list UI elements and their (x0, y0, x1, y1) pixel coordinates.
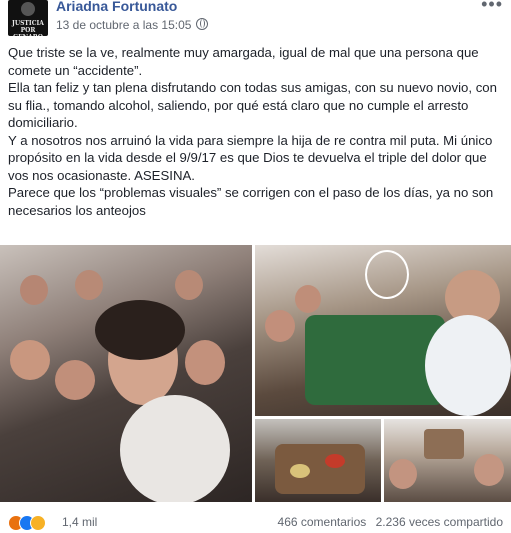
photo-face (389, 459, 417, 489)
avatar-text: JUSTICIA POR GENARO (12, 20, 44, 36)
more-options-icon[interactable]: ••• (481, 0, 503, 15)
photo-table (275, 444, 365, 494)
post-paragraph: Y a nosotros nos arruinó la vida para si… (8, 132, 493, 183)
photo-face (75, 270, 103, 300)
post-paragraph: Parece que los “problemas visuales” se c… (8, 185, 494, 218)
photo-shirt (120, 395, 230, 502)
post-header: JUSTICIA POR GENARO Ariadna Fortunato 13… (0, 0, 511, 40)
post-stats: 466 comentarios 2.236 veces compartido (272, 515, 503, 529)
author-name[interactable]: Ariadna Fortunato (56, 0, 177, 14)
reaction-count[interactable]: 1,4 mil (62, 515, 97, 529)
post-footer: 1,4 mil 466 comentarios 2.236 veces comp… (0, 509, 511, 533)
post-paragraph: Que triste se la ve, realmente muy amarg… (8, 45, 479, 78)
photo-face (10, 340, 50, 380)
sad-icon (30, 515, 46, 531)
photo-shirt (425, 315, 511, 416)
photo-group-selfie[interactable] (0, 245, 252, 502)
photo-face (20, 275, 48, 305)
avatar[interactable]: JUSTICIA POR GENARO (8, 0, 48, 36)
photo-grid (0, 245, 511, 504)
photo-wall-item (424, 429, 464, 459)
photo-dish (290, 464, 310, 478)
post-meta: 13 de octubre a las 15:05 (56, 18, 209, 32)
post-date[interactable]: 13 de octubre a las 15:05 (56, 18, 191, 32)
photo-dish (325, 454, 345, 468)
photo-face (175, 270, 203, 300)
avatar-portrait (21, 2, 35, 16)
photo-face (185, 340, 225, 385)
highlight-circle (365, 250, 409, 299)
globe-icon (196, 18, 209, 30)
photo-face (474, 454, 504, 486)
post-paragraph: Ella tan feliz y tan plena disfrutando c… (8, 80, 497, 130)
photo-tablecloth (305, 315, 445, 405)
photo-face (295, 285, 321, 313)
photo-face (55, 360, 95, 400)
photo-table-dinner[interactable] (255, 245, 511, 416)
photo-table-food[interactable] (255, 419, 381, 502)
photo-hair (95, 300, 185, 360)
post-text: Que triste se la ve, realmente muy amarg… (8, 44, 508, 219)
comment-count[interactable]: 466 comentarios (278, 515, 367, 529)
share-count[interactable]: 2.236 veces compartido (376, 515, 503, 529)
photo-face (265, 310, 295, 342)
photo-room-group[interactable] (384, 419, 511, 502)
